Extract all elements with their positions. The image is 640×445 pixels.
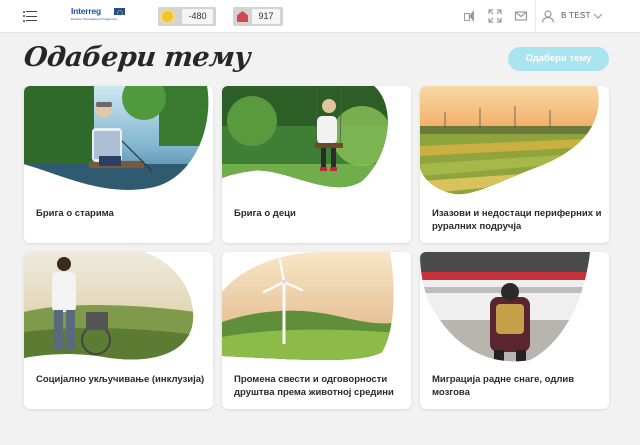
house-score-counter: 917 xyxy=(233,7,283,26)
page-title: Одабери тему xyxy=(22,42,252,73)
eu-flag-icon xyxy=(114,8,125,16)
interreg-logo[interactable]: Interreg Danube Transnational Programme xyxy=(71,6,125,27)
sun-score-counter: -480 xyxy=(158,7,216,26)
speaker-icon[interactable] xyxy=(463,9,477,23)
topic-card-elderly-care[interactable]: Брига о старима xyxy=(24,86,213,243)
topic-title: Изазови и недостаци периферних и рурални… xyxy=(432,208,602,232)
topic-card-migration[interactable]: Миграција радне снаге, одлив мозгова xyxy=(420,252,609,409)
choose-topic-button[interactable]: Одабери тему xyxy=(508,47,609,71)
menu-icon[interactable] xyxy=(23,10,37,23)
topic-image-environment xyxy=(222,252,411,364)
topic-image-child xyxy=(222,86,411,198)
user-name[interactable]: B TEST xyxy=(561,11,591,20)
topic-card-environment[interactable]: Промена свести и одговорности друштва пр… xyxy=(222,252,411,409)
house-score-value: 917 xyxy=(252,9,280,24)
sun-score-value: -480 xyxy=(182,9,213,24)
topic-image-rural xyxy=(420,86,609,198)
topic-card-child-care[interactable]: Брига о деци xyxy=(222,86,411,243)
sun-icon xyxy=(162,11,173,22)
user-icon[interactable] xyxy=(541,9,555,23)
house-icon xyxy=(237,11,248,22)
topic-title: Брига о деци xyxy=(234,208,296,219)
logo-subtitle: Danube Transnational Programme xyxy=(71,17,117,21)
expand-icon[interactable] xyxy=(488,9,502,23)
top-bar: Interreg Danube Transnational Programme … xyxy=(0,0,640,33)
topic-title: Промена свести и одговорности друштва пр… xyxy=(234,374,394,398)
topic-image-inclusion xyxy=(24,252,213,364)
topic-title: Социјално укључивање (инклузија) xyxy=(36,374,205,385)
topic-title: Миграција радне снаге, одлив мозгова xyxy=(432,374,575,398)
toolbar-divider xyxy=(535,0,536,33)
topic-image-migration xyxy=(420,252,609,364)
topic-title: Брига о старима xyxy=(36,208,114,219)
chevron-down-icon[interactable] xyxy=(592,10,606,24)
topic-image-elderly xyxy=(24,86,213,198)
logo-brand: Interreg xyxy=(71,6,102,16)
topic-card-social-inclusion[interactable]: Социјално укључивање (инклузија) xyxy=(24,252,213,409)
topic-card-rural-areas[interactable]: Изазови и недостаци периферних и рурални… xyxy=(420,86,609,243)
mail-icon[interactable] xyxy=(514,9,528,23)
